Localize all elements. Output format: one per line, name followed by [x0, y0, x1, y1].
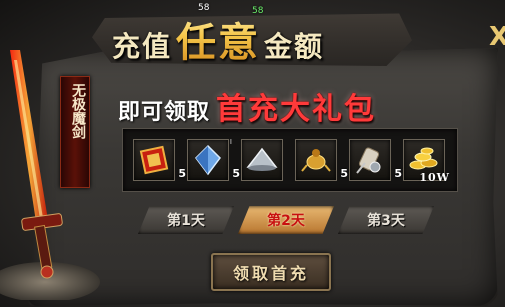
golden-bug-icon	[301, 149, 331, 172]
reward-qty: 5	[178, 167, 186, 180]
day-tabs: 第1天 第2天 第3天	[138, 206, 434, 234]
scroll-bundle-icon	[356, 147, 381, 174]
reward-slot[interactable]: 10W	[403, 139, 449, 184]
close-icon[interactable]: X	[489, 22, 505, 52]
reward-slot[interactable]	[241, 139, 283, 181]
title-part1: 充值	[112, 30, 173, 63]
first-recharge-popup: 无极魔剑 58 58 充值 任意 金额 X 即可领取 首充大礼包 5 I 5	[0, 0, 505, 307]
weapon-name: 无极魔剑	[70, 83, 86, 139]
weapon-name-banner: 无极魔剑	[60, 76, 90, 188]
subtitle-prefix: 即可领取	[118, 99, 211, 125]
tab-day-2[interactable]: 第2天	[238, 206, 334, 234]
reward-slot[interactable]: 5	[349, 139, 402, 181]
subtitle-highlight: 首充大礼包	[216, 92, 377, 127]
title-part2: 金额	[264, 30, 325, 63]
reward-slot[interactable]: 5	[133, 139, 186, 181]
sword-illustration	[0, 50, 100, 300]
reward-badge: I	[229, 138, 232, 146]
reward-slot[interactable]: 5	[295, 139, 348, 181]
claim-button[interactable]: 领取首充	[211, 253, 331, 291]
rewards-box: 5 I 5 5 5 10W	[122, 128, 458, 192]
reward-qty: 10W	[419, 171, 450, 184]
blue-crystal-icon	[195, 144, 221, 176]
tab-day-3[interactable]: 第3天	[338, 206, 434, 234]
reward-qty: 5	[340, 167, 348, 180]
tab-day-1[interactable]: 第1天	[138, 206, 234, 234]
conical-hat-icon	[246, 147, 278, 171]
red-scroll-icon	[139, 145, 169, 175]
subtitle: 即可领取 首充大礼包	[118, 84, 376, 128]
reward-qty: 5	[394, 167, 402, 180]
page-title: 充值 任意 金额	[112, 10, 412, 66]
title-emphasis: 任意	[176, 10, 260, 68]
reward-qty: 5	[232, 167, 240, 180]
reward-slot[interactable]: I 5	[187, 138, 240, 181]
